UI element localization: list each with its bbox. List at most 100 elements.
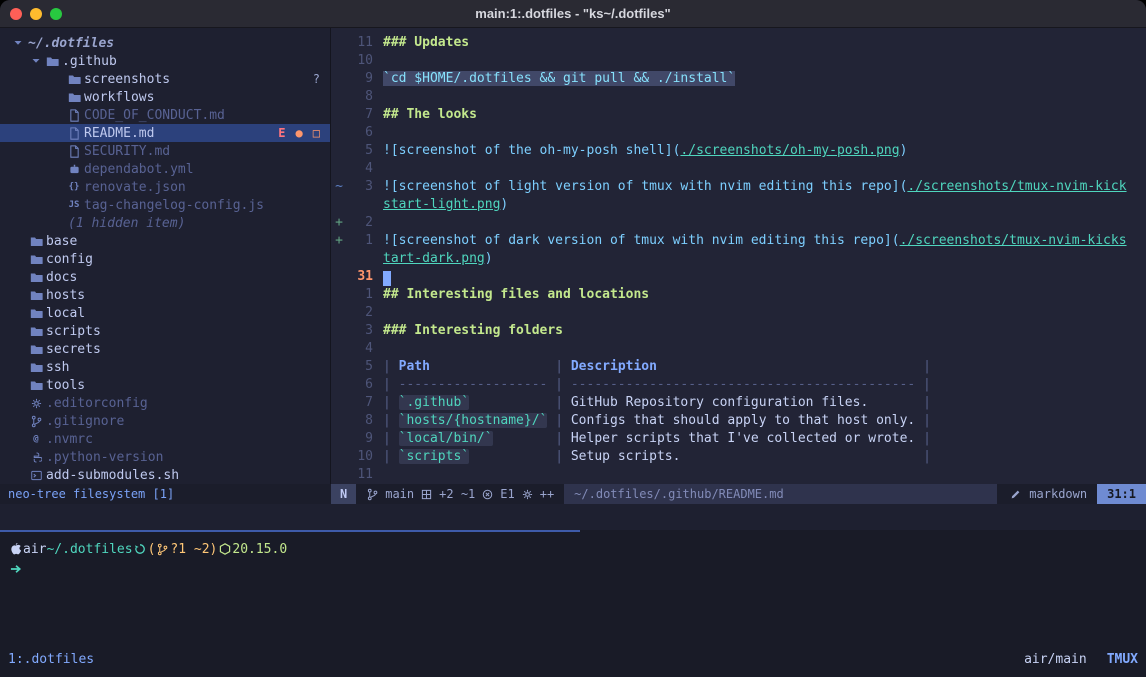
gutter-sign (331, 358, 347, 376)
editor-line: 7## The looks (331, 106, 1146, 124)
git-status-segment: main+2 ~1E1++ (356, 484, 564, 504)
tree-item-secrets[interactable]: secrets (0, 340, 330, 358)
line-number (347, 250, 373, 268)
tree-item-label: .nvmrc (46, 432, 93, 447)
editor-line-text: `cd $HOME/.dotfiles && git pull && ./ins… (383, 70, 735, 88)
text-segment: Path (399, 359, 430, 374)
line-number: 10 (347, 52, 373, 70)
gutter-sign (331, 124, 347, 142)
tree-item-label: workflows (84, 90, 154, 105)
text-segment: | (383, 395, 399, 410)
link-url: ./screenshots/tmux-nvim-kicks (900, 233, 1127, 248)
tree-item-.editorconfig[interactable]: .editorconfig (0, 394, 330, 412)
gutter-sign: ~ (331, 178, 347, 196)
markdown-link: ![screenshot of the oh-my-posh shell] (383, 143, 673, 158)
gutter-sign (331, 286, 347, 304)
prompt-segment: air (23, 542, 46, 557)
tree-item-scripts[interactable]: scripts (0, 322, 330, 340)
tree-item-label: ~/.dotfiles (28, 36, 114, 51)
tree-item-.github[interactable]: .github (0, 52, 330, 70)
editor-line-text: | `.github` | GitHub Repository configur… (383, 394, 931, 412)
git-status-badge: E (278, 126, 285, 140)
text-segment: | (555, 359, 571, 374)
traffic-lights (10, 0, 62, 28)
prompt-segment: ~/.dotfiles (46, 542, 132, 557)
tree-item-code_of_conduct.md[interactable]: CODE_OF_CONDUCT.md (0, 106, 330, 124)
lualine: N main+2 ~1E1++ ~/.dotfiles/.github/READ… (331, 484, 1146, 504)
tmux-statusbar: 1:.dotfiles air/main TMUX (0, 650, 1146, 668)
close-button[interactable] (10, 8, 22, 20)
statusline-filetype: markdown (1029, 487, 1087, 501)
prompt-segment: ( (148, 542, 156, 557)
editor-line: ~3![screenshot of light version of tmux … (331, 178, 1146, 196)
git-icon (28, 415, 44, 428)
tree-item-add-submodules.sh[interactable]: add-submodules.sh (0, 466, 330, 484)
line-number: 3 (347, 322, 373, 340)
line-number: 3 (347, 178, 373, 196)
editor-line: 9`cd $HOME/.dotfiles && git pull && ./in… (331, 70, 1146, 88)
tree-item-renovate.json[interactable]: {}renovate.json (0, 178, 330, 196)
tree-item-label: screenshots (84, 72, 170, 87)
gutter-sign (331, 196, 347, 214)
chevron-down-icon (10, 38, 26, 48)
line-number: 1 (347, 286, 373, 304)
tree-item-tools[interactable]: tools (0, 376, 330, 394)
tree-item-.nvmrc[interactable]: @.nvmrc (0, 430, 330, 448)
shell-icon (28, 470, 44, 481)
editor-line-text: | `local/bin/` | Helper scripts that I'v… (383, 430, 931, 448)
folder-icon (28, 326, 44, 337)
tree-item-workflows[interactable]: workflows (0, 88, 330, 106)
gutter-sign (331, 142, 347, 160)
editor-line: 8 (331, 88, 1146, 106)
terminal-pane[interactable]: air ~/.dotfiles ( ?1 ~2) 20.15.0 1:.dotf… (0, 530, 1146, 677)
tree-item-label: tag-changelog-config.js (84, 198, 264, 213)
tree-item-docs[interactable]: docs (0, 268, 330, 286)
prompt-arrow-icon (8, 564, 24, 574)
tree-item-base[interactable]: base (0, 232, 330, 250)
line-number: 7 (347, 106, 373, 124)
gutter-sign (331, 268, 347, 286)
editor-line-text (383, 268, 391, 286)
tree-item-screenshots[interactable]: screenshots? (0, 70, 330, 88)
cursor (383, 271, 391, 286)
inline-code: `local/bin/` (399, 431, 493, 446)
tree-item-hosts[interactable]: hosts (0, 286, 330, 304)
text-segment (915, 413, 923, 428)
statusline-filepath: ~/.dotfiles/.github/README.md (574, 487, 784, 501)
tree-item-label: add-submodules.sh (46, 468, 179, 483)
neotree-panel[interactable]: ~/.dotfiles.githubscreenshots? workflowsC… (0, 28, 331, 484)
tree-item-ssh[interactable]: ssh (0, 358, 330, 376)
editor-line: 8| `hosts/{hostname}/` | Configs that sh… (331, 412, 1146, 430)
tmux-window-name[interactable]: 1:.dotfiles (8, 652, 94, 667)
shell-prompt-line2 (0, 560, 1146, 578)
diff-icon (420, 489, 433, 500)
tree-item-1-hidden-item[interactable]: (1 hidden item) (0, 214, 330, 232)
gear-icon (28, 398, 44, 409)
tree-item-label: local (46, 306, 85, 321)
dependabot-icon (66, 164, 82, 175)
tree-item-security.md[interactable]: SECURITY.md (0, 142, 330, 160)
editor-line-text: tart-dark.png) (383, 250, 493, 268)
minimize-button[interactable] (30, 8, 42, 20)
tree-item-config[interactable]: config (0, 250, 330, 268)
editor-line: 4 (331, 340, 1146, 358)
gutter-sign (331, 448, 347, 466)
editor-pane[interactable]: 11### Updates 10 9`cd $HOME/.dotfiles &&… (331, 28, 1146, 484)
tree-item-readme.md[interactable]: README.mdE●□ (0, 124, 330, 142)
line-number: 7 (347, 394, 373, 412)
tree-item-.python-version[interactable]: .python-version (0, 448, 330, 466)
markdown-heading: ### Updates (383, 35, 469, 50)
tree-item-~-.dotfiles[interactable]: ~/.dotfiles (0, 34, 330, 52)
tree-item-tag-changelog-config.js[interactable]: JStag-changelog-config.js (0, 196, 330, 214)
gutter-sign (331, 430, 347, 448)
tree-item-local[interactable]: local (0, 304, 330, 322)
line-number: 31 (347, 268, 373, 286)
tree-item-.gitignore[interactable]: .gitignore (0, 412, 330, 430)
markdown-link: ) (485, 251, 493, 266)
tree-item-label: SECURITY.md (84, 144, 170, 159)
tree-item-dependabot.yml[interactable]: dependabot.yml (0, 160, 330, 178)
tree-item-label: ssh (46, 360, 69, 375)
zoom-button[interactable] (50, 8, 62, 20)
markdown-heading: ## Interesting files and locations (383, 287, 649, 302)
line-number: 5 (347, 142, 373, 160)
